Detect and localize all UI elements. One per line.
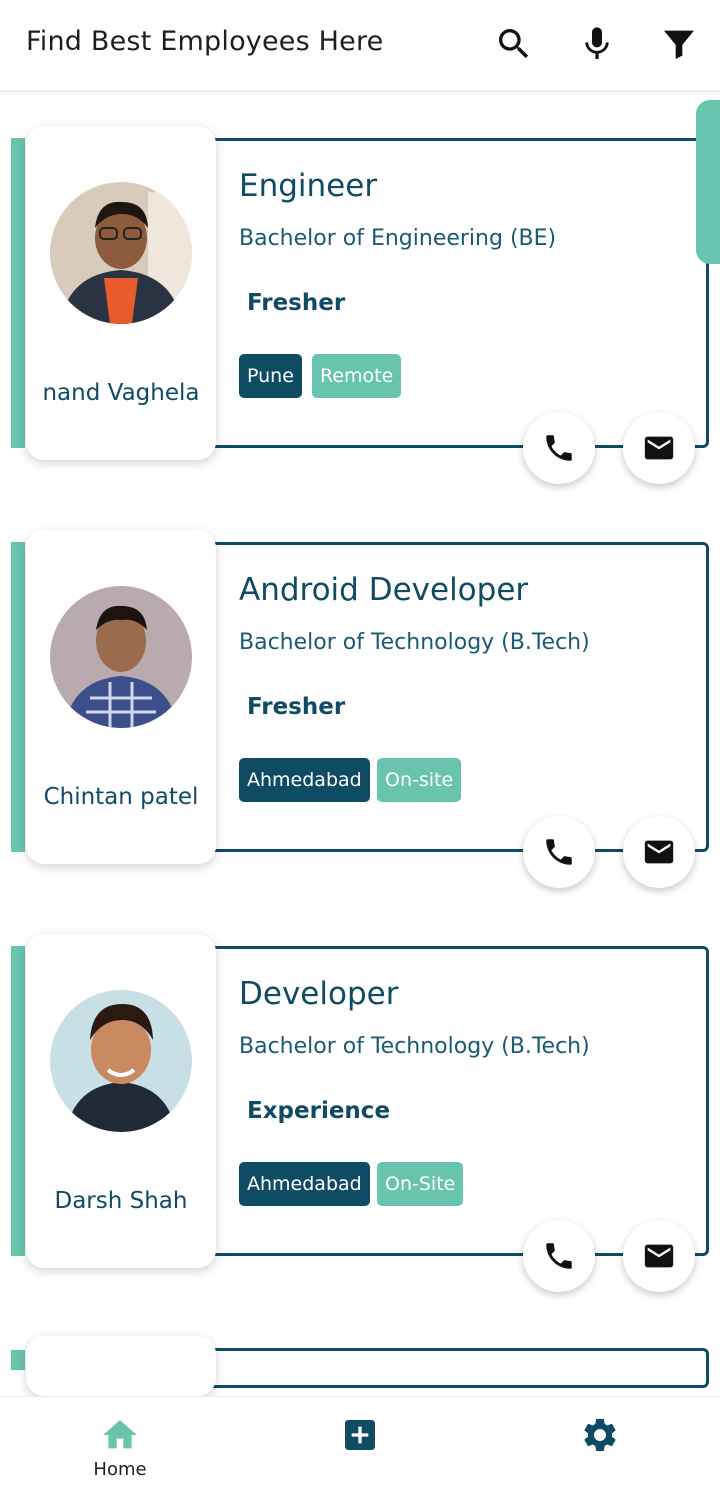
work-mode-tag: Remote — [312, 354, 402, 398]
filter-icon[interactable] — [659, 24, 699, 64]
scroll-indicator[interactable] — [696, 100, 720, 264]
microphone-icon[interactable] — [577, 24, 617, 64]
mail-icon — [644, 436, 674, 460]
profile-panel: Darsh Shah — [26, 934, 216, 1268]
card-accent-bar — [11, 542, 25, 852]
degree: Bachelor of Technology (B.Tech) — [239, 630, 590, 655]
employee-name: nand Vaghela — [42, 380, 200, 406]
employee-name: Chintan patel — [43, 784, 199, 810]
experience-level: Fresher — [247, 290, 346, 316]
home-icon — [103, 1420, 137, 1449]
card-accent-bar — [11, 946, 25, 1256]
nav-settings[interactable] — [480, 1397, 720, 1495]
page-title: Find Best Employees Here — [26, 26, 384, 57]
mail-icon — [644, 1244, 674, 1268]
call-button[interactable] — [523, 412, 595, 484]
job-title: Developer — [239, 976, 399, 1012]
employee-card[interactable]: Darsh Shah Developer Bachelor of Technol… — [0, 934, 720, 1294]
bottom-navigation: Home — [0, 1396, 720, 1495]
mail-icon — [644, 840, 674, 864]
nav-add[interactable] — [240, 1397, 480, 1495]
nav-home-label: Home — [93, 1459, 147, 1480]
city-tag: Pune — [239, 354, 302, 398]
email-button[interactable] — [623, 1220, 695, 1292]
degree: Bachelor of Technology (B.Tech) — [239, 1034, 590, 1059]
settings-icon — [584, 1419, 616, 1451]
card-accent-bar — [11, 1350, 25, 1370]
search-icon[interactable] — [494, 24, 534, 64]
avatar — [50, 182, 192, 324]
profile-panel: nand Vaghela — [26, 126, 216, 460]
app-bar: Find Best Employees Here — [0, 0, 720, 92]
avatar — [50, 586, 192, 728]
city-tag: Ahmedabad — [239, 758, 370, 802]
profile-panel — [26, 1336, 216, 1396]
job-title: Engineer — [239, 168, 378, 204]
work-mode-tag: On-Site — [377, 1162, 464, 1206]
employee-name: Darsh Shah — [54, 1188, 188, 1214]
employee-card[interactable]: nand Vaghela Engineer Bachelor of Engine… — [0, 126, 720, 486]
experience-level: Fresher — [247, 694, 346, 720]
add-box-icon — [345, 1420, 375, 1450]
city-tag: Ahmedabad — [239, 1162, 370, 1206]
experience-level: Experience — [247, 1098, 391, 1124]
job-title: Android Developer — [239, 572, 529, 608]
card-info-panel — [205, 1348, 709, 1388]
call-button[interactable] — [523, 816, 595, 888]
email-button[interactable] — [623, 412, 695, 484]
phone-icon — [546, 1243, 572, 1269]
degree: Bachelor of Engineering (BE) — [239, 226, 557, 251]
work-mode-tag: On-site — [377, 758, 462, 802]
nav-home[interactable]: Home — [0, 1397, 240, 1495]
employee-card-partial[interactable] — [0, 1336, 720, 1396]
card-accent-bar — [11, 138, 25, 448]
email-button[interactable] — [623, 816, 695, 888]
avatar — [50, 990, 192, 1132]
phone-icon — [546, 839, 572, 865]
phone-icon — [546, 435, 572, 461]
employee-card[interactable]: Chintan patel Android Developer Bachelor… — [0, 530, 720, 890]
profile-panel: Chintan patel — [26, 530, 216, 864]
call-button[interactable] — [523, 1220, 595, 1292]
